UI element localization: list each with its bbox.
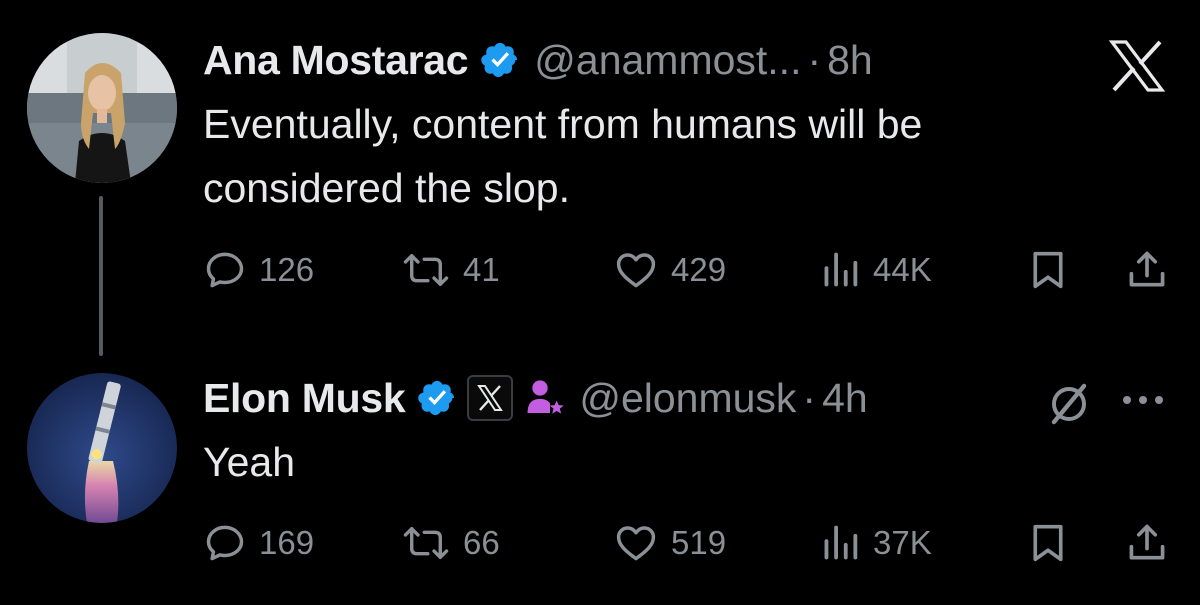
- reply-button[interactable]: 126: [203, 245, 314, 295]
- x-affiliate-badge-icon[interactable]: [467, 375, 514, 421]
- tweet-text-line: Yeah: [203, 439, 295, 485]
- like-button[interactable]: 429: [613, 245, 726, 295]
- separator-dot: ·: [802, 374, 817, 421]
- views-count: 37K: [873, 524, 932, 561]
- speech-bubble-icon: [206, 252, 244, 288]
- bookmark-icon: [1033, 524, 1063, 562]
- views-button[interactable]: 44K: [821, 245, 932, 295]
- views-count: 44K: [873, 251, 932, 288]
- action-bar: 169 66 519 37K: [203, 518, 1173, 568]
- bookmark-icon: [1033, 251, 1063, 289]
- heart-icon: [616, 526, 656, 561]
- speech-bubble-icon: [206, 525, 244, 561]
- repost-arrows-icon: [403, 527, 449, 559]
- like-button[interactable]: 519: [613, 518, 726, 568]
- repost-arrows-icon: [403, 254, 449, 286]
- tweet-text: Yeah: [203, 430, 1163, 494]
- separator-dot: ·: [807, 36, 822, 83]
- bar-chart-icon: [824, 525, 858, 560]
- author-name[interactable]: Elon Musk: [203, 375, 406, 422]
- share-upload-icon: [1129, 251, 1165, 287]
- tweet-text-line: Eventually, content from humans will be: [203, 101, 923, 147]
- tweet-header: Ana Mostarac @anammost... · 8h: [203, 30, 1200, 90]
- verified-badge-icon: [417, 378, 457, 418]
- avatar-elon-musk[interactable]: [27, 373, 177, 523]
- reply-button[interactable]: 169: [203, 518, 314, 568]
- thread-connector-line: [99, 196, 103, 356]
- avatar-ana-mostarac[interactable]: [27, 33, 177, 183]
- share-upload-icon: [1129, 524, 1165, 560]
- repost-button[interactable]: 41: [401, 245, 500, 295]
- like-count: 519: [671, 524, 727, 561]
- share-button[interactable]: [1125, 518, 1169, 568]
- heart-icon: [616, 253, 656, 288]
- author-handle[interactable]: @anammost...: [534, 37, 801, 84]
- x-logo-icon: [1108, 40, 1166, 92]
- ellipsis-icon[interactable]: [1121, 394, 1165, 406]
- tweet-time[interactable]: 8h: [827, 37, 873, 84]
- bookmark-button[interactable]: [1028, 245, 1068, 295]
- like-count: 429: [671, 251, 727, 288]
- share-button[interactable]: [1125, 245, 1169, 295]
- verified-badge-icon: [480, 40, 520, 80]
- reply-count: 126: [259, 251, 315, 288]
- tweet-text-line: considered the slop.: [203, 165, 570, 211]
- bar-chart-icon: [824, 252, 858, 287]
- tweet-text: Eventually, content from humans will be …: [203, 92, 1163, 220]
- author-handle[interactable]: @elonmusk: [579, 375, 796, 422]
- tweet-elon-musk[interactable]: Elon Musk @elonmusk · 4h Yeah 169 66 519…: [203, 368, 1200, 562]
- tweet-ana-mostarac[interactable]: Ana Mostarac @anammost... · 8h Eventuall…: [203, 30, 1200, 289]
- grok-slash-circle-icon[interactable]: [1045, 380, 1093, 428]
- action-bar: 126 41 429 44K: [203, 245, 1173, 295]
- reply-count: 169: [259, 524, 315, 561]
- repost-button[interactable]: 66: [401, 518, 500, 568]
- person-star-icon: [525, 376, 565, 420]
- bookmark-button[interactable]: [1028, 518, 1068, 568]
- tweet-time[interactable]: 4h: [822, 375, 868, 422]
- repost-count: 41: [463, 251, 500, 288]
- repost-count: 66: [463, 524, 500, 561]
- author-name[interactable]: Ana Mostarac: [203, 37, 469, 84]
- views-button[interactable]: 37K: [821, 518, 932, 568]
